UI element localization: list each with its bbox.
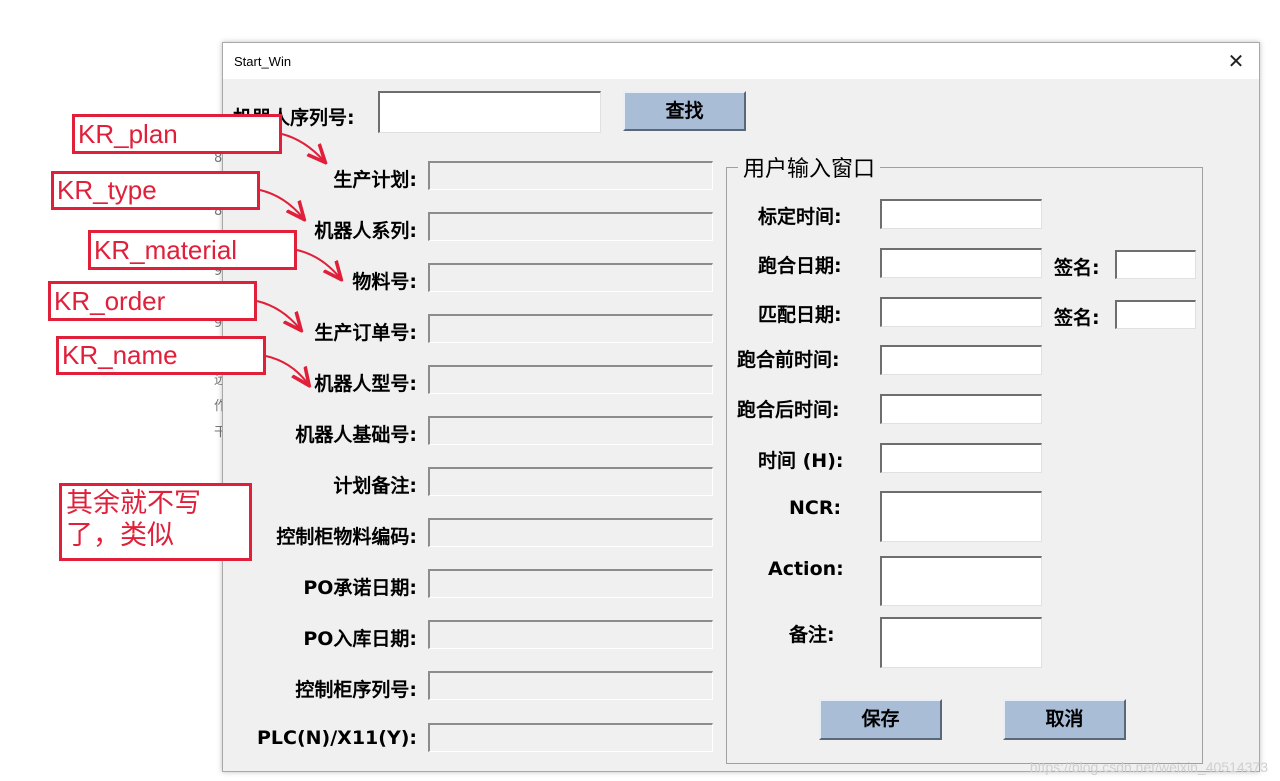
arrow-kr-material [296, 249, 340, 278]
arrow-kr-name [265, 355, 308, 384]
arrow-kr-order [256, 300, 300, 329]
watermark: https://blog.csdn.net/weixin_40514373 [1029, 759, 1268, 775]
annotation-arrows [256, 133, 1280, 781]
arrow-kr-type [259, 189, 303, 218]
arrow-kr-plan [281, 133, 324, 161]
